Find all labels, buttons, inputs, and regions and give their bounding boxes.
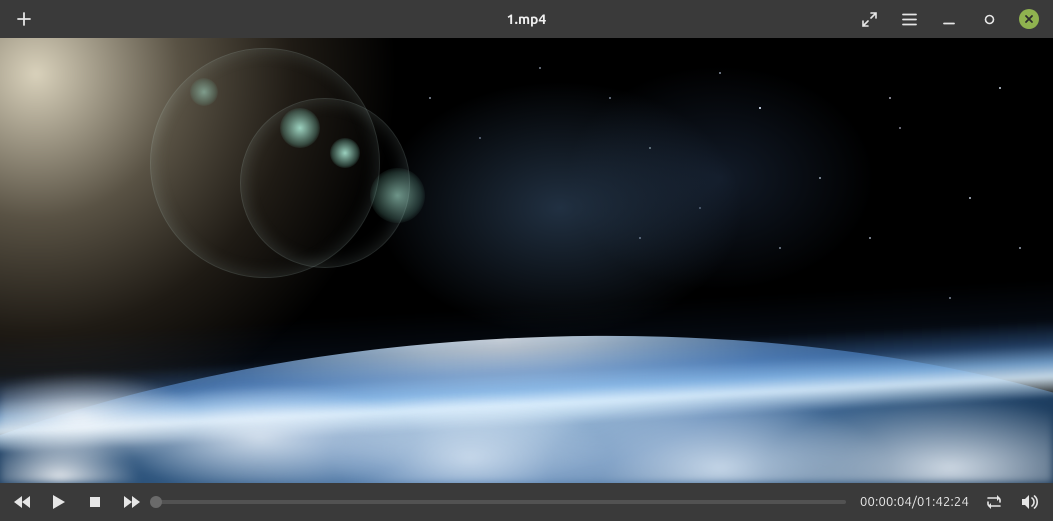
play-icon [52, 494, 66, 510]
seek-thumb[interactable] [150, 496, 162, 508]
minimize-button[interactable] [939, 9, 959, 29]
playback-controls: 00:00:04/01:42:24 [0, 483, 1053, 521]
video-frame-lensdot [280, 108, 320, 148]
menu-button[interactable] [899, 9, 919, 29]
hamburger-menu-icon [902, 13, 917, 26]
fullscreen-button[interactable] [859, 9, 879, 29]
media-player-window: 1.mp4 [0, 0, 1053, 521]
next-button[interactable] [120, 491, 142, 513]
time-display: 00:00:04/01:42:24 [860, 495, 969, 509]
current-time: 00:00:04 [860, 495, 912, 509]
close-icon [1024, 14, 1034, 24]
seek-bar[interactable] [156, 492, 846, 512]
volume-high-icon [1021, 494, 1039, 510]
previous-button[interactable] [12, 491, 34, 513]
fullscreen-icon [862, 12, 877, 27]
add-to-playlist-button[interactable] [14, 9, 34, 29]
minimize-icon [943, 13, 955, 25]
total-time: 01:42:24 [917, 495, 969, 509]
video-frame-lensdot [330, 138, 360, 168]
close-button[interactable] [1019, 9, 1039, 29]
stop-icon [89, 496, 101, 508]
titlebar: 1.mp4 [0, 0, 1053, 38]
video-viewport[interactable] [0, 38, 1053, 483]
video-frame-lensdot [190, 78, 218, 106]
maximize-icon [984, 14, 995, 25]
video-frame-lensdot [370, 168, 425, 223]
skip-forward-icon [122, 495, 140, 509]
seek-track [156, 500, 846, 504]
plus-icon [17, 12, 31, 26]
loop-icon [985, 495, 1003, 509]
loop-button[interactable] [983, 491, 1005, 513]
maximize-button[interactable] [979, 9, 999, 29]
stop-button[interactable] [84, 491, 106, 513]
skip-back-icon [14, 495, 32, 509]
volume-button[interactable] [1019, 491, 1041, 513]
play-button[interactable] [48, 491, 70, 513]
